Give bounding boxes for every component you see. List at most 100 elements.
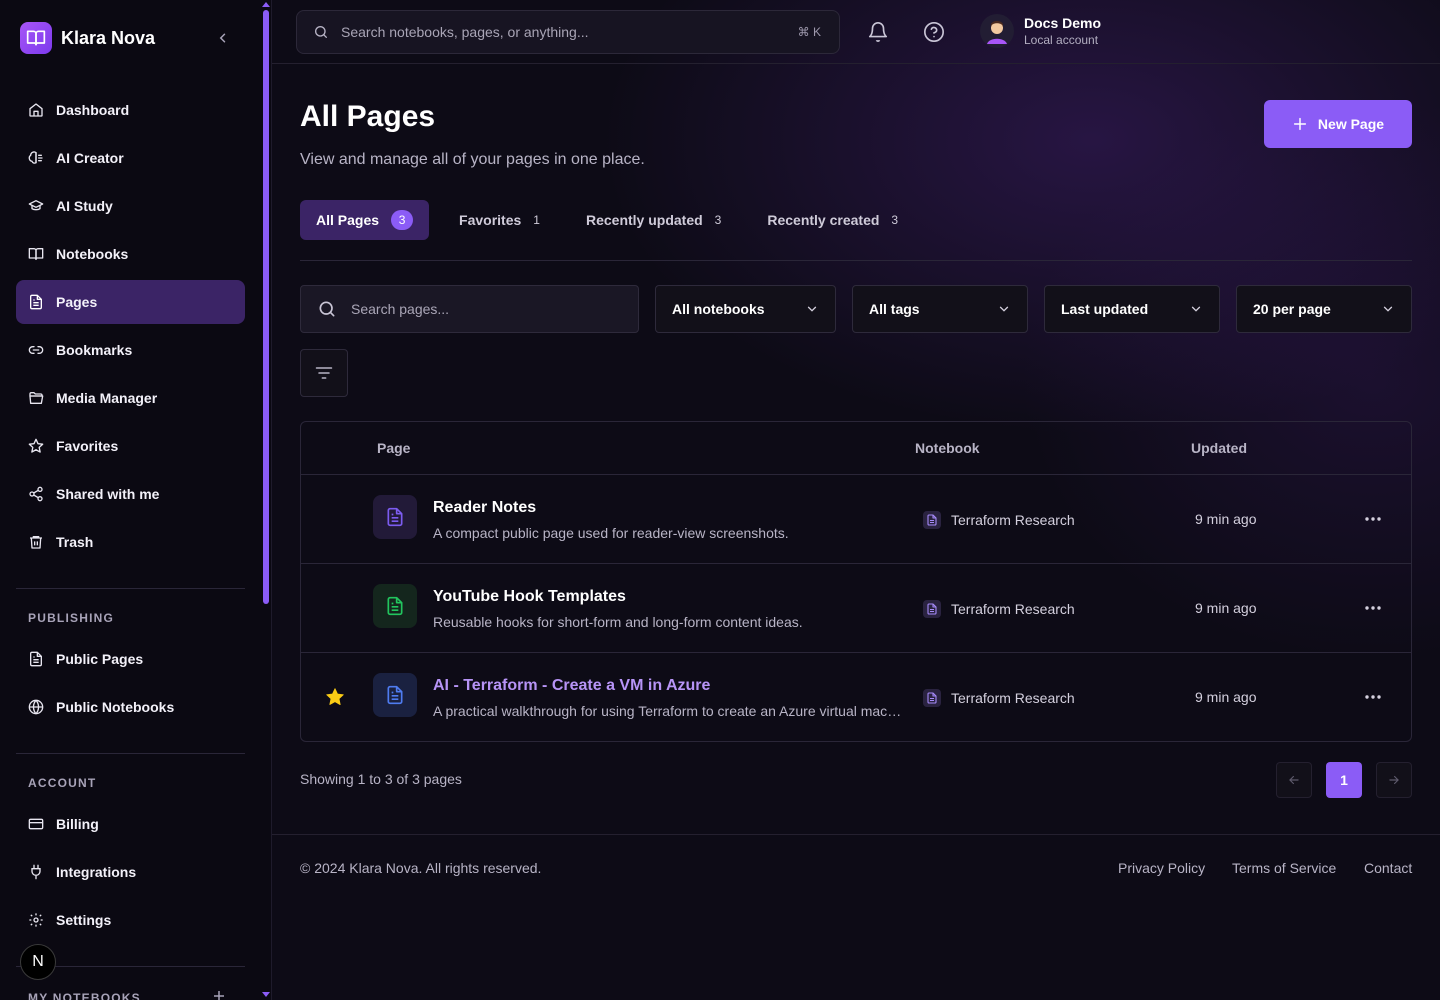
sidebar-item-label: Dashboard <box>56 102 130 118</box>
chevron-down-icon <box>1189 302 1203 316</box>
page-title-link[interactable]: Reader Notes <box>433 499 536 517</box>
tab-label: Recently updated <box>585 212 703 228</box>
terms-of-service-link[interactable]: Terms of Service <box>1232 860 1336 876</box>
sidebar-item-label: Public Notebooks <box>56 699 175 715</box>
scroll-down-arrow-icon[interactable] <box>262 992 270 997</box>
sidebar-item-pages[interactable]: Pages <box>16 280 245 324</box>
per-page-select[interactable]: 20 per page <box>1236 285 1412 333</box>
contact-link[interactable]: Contact <box>1364 860 1412 876</box>
page-number-button[interactable]: 1 <box>1326 762 1362 798</box>
link-icon <box>28 342 44 358</box>
user-account-type: Local account <box>1024 33 1099 47</box>
more-options-icon[interactable] <box>1363 598 1383 618</box>
sidebar-item-label: Settings <box>56 912 112 928</box>
more-options-icon[interactable] <box>1363 687 1383 707</box>
page-tabs: All Pages 3 Favorites 1 Recently updated… <box>300 200 928 240</box>
updated-time: 9 min ago <box>1195 689 1257 705</box>
notebook-link[interactable]: Terraform Research <box>923 689 1075 707</box>
chevron-left-icon[interactable] <box>214 29 232 47</box>
sidebar-item-label: Billing <box>56 816 99 832</box>
chevron-down-icon <box>1381 302 1395 316</box>
new-page-button[interactable]: New Page <box>1264 100 1412 148</box>
bell-icon[interactable] <box>867 21 889 43</box>
sidebar-item-media-manager[interactable]: Media Manager <box>16 376 245 420</box>
sidebar-item-dashboard[interactable]: Dashboard <box>16 88 245 132</box>
page-title-link[interactable]: AI - Terraform - Create a VM in Azure <box>433 677 710 695</box>
pages-search-input[interactable]: Search pages... <box>300 285 639 333</box>
column-header-page[interactable]: Page <box>377 440 410 456</box>
star-icon <box>28 438 44 454</box>
file-text-icon <box>28 651 44 667</box>
tab-favorites[interactable]: Favorites 1 <box>443 200 556 240</box>
notebook-filter-select[interactable]: All notebooks <box>655 285 836 333</box>
sidebar-item-label: Trash <box>56 534 94 550</box>
table-row[interactable]: AI - Terraform - Create a VM in Azure A … <box>301 653 1411 741</box>
sidebar-item-label: Favorites <box>56 438 119 454</box>
notebook-link[interactable]: Terraform Research <box>923 600 1075 618</box>
sidebar-item-public-notebooks[interactable]: Public Notebooks <box>16 685 245 729</box>
sidebar-item-trash[interactable]: Trash <box>16 520 245 564</box>
filter-lines-icon <box>314 363 334 383</box>
publishing-section-label: PUBLISHING <box>28 611 115 625</box>
user-menu[interactable]: Docs Demo Local account <box>980 14 1101 48</box>
sidebar-item-billing[interactable]: Billing <box>16 802 245 846</box>
sidebar-item-label: Public Pages <box>56 651 144 667</box>
pages-table: Page Notebook Updated Reader Notes A com… <box>300 421 1412 742</box>
sidebar-item-integrations[interactable]: Integrations <box>16 850 245 894</box>
table-row[interactable]: Reader Notes A compact public page used … <box>301 475 1411 564</box>
tags-filter-select[interactable]: All tags <box>852 285 1028 333</box>
dev-badge[interactable]: N <box>20 944 56 980</box>
notebook-name: Terraform Research <box>951 690 1075 706</box>
notebook-link[interactable]: Terraform Research <box>923 511 1075 529</box>
tabs-divider <box>300 260 1412 261</box>
global-search-input[interactable]: Search notebooks, pages, or anything... … <box>296 10 840 54</box>
notebook-doc-icon <box>923 511 941 529</box>
more-options-icon[interactable] <box>1363 509 1383 529</box>
tab-label: All Pages <box>316 212 380 228</box>
sidebar-item-favorites[interactable]: Favorites <box>16 424 245 468</box>
share-icon <box>28 486 44 502</box>
updated-time: 9 min ago <box>1195 511 1257 527</box>
sidebar-item-label: AI Creator <box>56 150 124 166</box>
tab-recently-updated[interactable]: Recently updated 3 <box>570 200 737 240</box>
sidebar-item-ai-study[interactable]: AI Study <box>16 184 245 228</box>
advanced-filter-button[interactable] <box>300 349 348 397</box>
privacy-policy-link[interactable]: Privacy Policy <box>1118 860 1205 876</box>
tab-count: 3 <box>714 213 722 227</box>
trash-icon <box>28 534 44 550</box>
sidebar-item-settings[interactable]: Settings <box>16 898 245 942</box>
ai-creator-icon <box>28 150 44 166</box>
sidebar-item-bookmarks[interactable]: Bookmarks <box>16 328 245 372</box>
sidebar-scrollbar[interactable] <box>260 0 272 1000</box>
search-placeholder: Search pages... <box>351 301 450 317</box>
copyright: © 2024 Klara Nova. All rights reserved. <box>300 860 542 876</box>
add-notebook-icon[interactable] <box>214 991 224 1000</box>
column-header-notebook[interactable]: Notebook <box>915 440 980 456</box>
sidebar-item-public-pages[interactable]: Public Pages <box>16 637 245 681</box>
favorite-star-icon[interactable] <box>325 687 345 707</box>
scroll-up-arrow-icon[interactable] <box>262 2 270 7</box>
table-header: Page Notebook Updated <box>301 422 1411 475</box>
scrollbar-thumb[interactable] <box>263 10 269 604</box>
sidebar-item-notebooks[interactable]: Notebooks <box>16 232 245 276</box>
sort-select[interactable]: Last updated <box>1044 285 1220 333</box>
page-doc-icon <box>373 673 417 717</box>
notebook-doc-icon <box>923 689 941 707</box>
prev-page-button[interactable] <box>1276 762 1312 798</box>
sidebar-item-shared-with-me[interactable]: Shared with me <box>16 472 245 516</box>
table-row[interactable]: YouTube Hook Templates Reusable hooks fo… <box>301 564 1411 653</box>
footer-divider <box>272 834 1440 835</box>
search-icon <box>313 24 329 40</box>
brand[interactable]: Klara Nova <box>20 22 155 54</box>
next-page-button[interactable] <box>1376 762 1412 798</box>
page-subtitle: View and manage all of your pages in one… <box>300 151 645 168</box>
help-icon[interactable] <box>923 21 945 43</box>
column-header-updated[interactable]: Updated <box>1191 440 1247 456</box>
sidebar-item-ai-creator[interactable]: AI Creator <box>16 136 245 180</box>
sidebar: Klara Nova Dashboard AI Creator AI Study… <box>0 0 260 1000</box>
tab-all-pages[interactable]: All Pages 3 <box>300 200 430 240</box>
tab-recently-created[interactable]: Recently created 3 <box>751 200 914 240</box>
graduation-cap-icon <box>28 198 44 214</box>
notebook-name: Terraform Research <box>951 512 1075 528</box>
page-title-link[interactable]: YouTube Hook Templates <box>433 588 626 606</box>
